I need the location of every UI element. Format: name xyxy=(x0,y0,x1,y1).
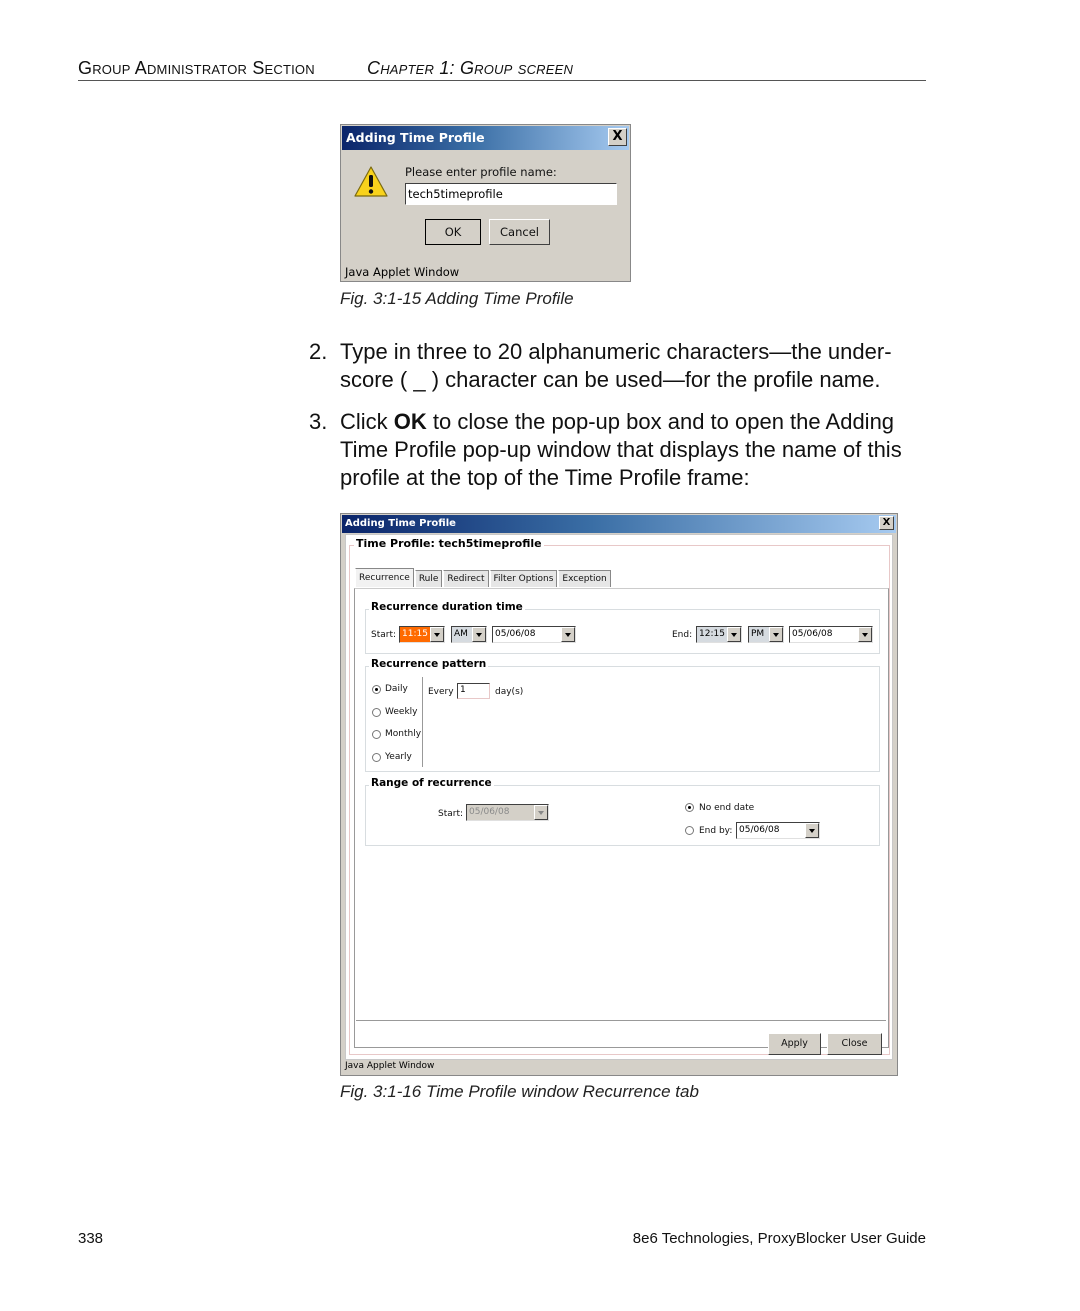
chevron-down-icon[interactable] xyxy=(472,627,486,642)
chevron-down-icon[interactable] xyxy=(430,627,444,642)
cancel-button[interactable]: Cancel xyxy=(489,219,550,245)
tab-exception[interactable]: Exception xyxy=(558,570,611,587)
ok-button[interactable]: OK xyxy=(425,219,481,245)
close-button[interactable]: X xyxy=(608,128,627,146)
group-title: Range of recurrence xyxy=(369,777,494,789)
daily-radio[interactable] xyxy=(372,685,381,694)
group-title: Recurrence duration time xyxy=(369,601,525,613)
range-start-date-value: 05/06/08 xyxy=(469,807,510,817)
end-by-radio[interactable] xyxy=(685,826,694,835)
step-text-prefix: Click xyxy=(340,409,394,434)
step-number: 3. xyxy=(309,409,328,434)
dialog-titlebar: Adding Time Profile xyxy=(342,126,629,150)
tab-rule[interactable]: Rule xyxy=(414,570,443,587)
chevron-down-icon[interactable] xyxy=(727,627,741,642)
yearly-label: Yearly xyxy=(385,752,412,762)
start-time-select[interactable]: 11:15 xyxy=(399,626,445,643)
close-window-button[interactable]: Close xyxy=(827,1033,882,1055)
no-end-date-label: No end date xyxy=(699,803,755,813)
daily-label: Daily xyxy=(385,684,408,694)
end-ampm-select[interactable]: PM xyxy=(748,626,784,643)
dialog-title: Adding Time Profile xyxy=(346,130,485,145)
status-bar: Java Applet Window xyxy=(345,1061,435,1071)
window-title: Adding Time Profile xyxy=(345,518,456,529)
close-icon: X xyxy=(882,517,891,528)
start-date-select[interactable]: 05/06/08 xyxy=(492,626,576,643)
chevron-down-icon xyxy=(534,805,548,820)
days-unit-label: day(s) xyxy=(495,687,524,697)
weekly-label: Weekly xyxy=(385,707,418,717)
every-days-input[interactable]: 1 xyxy=(457,683,490,699)
tab-filter-options[interactable]: Filter Options xyxy=(489,570,558,587)
tab-bar: Recurrence Rule Redirect Filter Options … xyxy=(355,568,612,588)
step-number: 2. xyxy=(309,339,328,364)
start-label: Start: xyxy=(371,630,397,640)
chevron-down-icon[interactable] xyxy=(561,627,575,642)
chevron-down-icon[interactable] xyxy=(858,627,872,642)
end-by-date-value: 05/06/08 xyxy=(739,825,780,835)
frame-title: Time Profile: tech5timeprofile xyxy=(354,537,544,550)
window-body: Time Profile: tech5timeprofile Recurrenc… xyxy=(345,534,893,1060)
status-bar: Java Applet Window xyxy=(345,265,460,279)
step-3: 3. Click OK to close the pop-up box and … xyxy=(309,408,934,492)
recurrence-pattern-group: Recurrence pattern Daily Weekly Monthly … xyxy=(365,658,880,772)
monthly-label: Monthly xyxy=(385,729,422,739)
step-text: Type in three to 20 alphanumeric charact… xyxy=(340,339,892,392)
tab-redirect[interactable]: Redirect xyxy=(443,570,489,587)
time-profile-frame: Time Profile: tech5timeprofile Recurrenc… xyxy=(349,537,890,1055)
figure-caption: Fig. 3:1-15 Adding Time Profile xyxy=(340,289,574,308)
yearly-radio[interactable] xyxy=(372,753,381,762)
step-text-bold: OK xyxy=(393,409,427,434)
every-label: Every xyxy=(428,687,454,697)
adding-time-profile-dialog: Adding Time Profile X Please enter profi… xyxy=(340,124,631,282)
close-icon: X xyxy=(612,129,623,144)
end-time-select[interactable]: 12:15 xyxy=(696,626,742,643)
end-time-value: 12:15 xyxy=(699,629,725,639)
close-button[interactable]: X xyxy=(879,516,894,530)
tab-recurrence[interactable]: Recurrence xyxy=(355,568,414,587)
button-separator xyxy=(356,1020,886,1021)
warning-icon xyxy=(354,166,388,197)
chapter-title: Chapter 1: Group screen xyxy=(367,58,574,78)
step-text: Click OK to close the pop-up box and to … xyxy=(340,408,934,492)
end-label: End: xyxy=(672,630,693,640)
start-time-value: 11:15 xyxy=(400,627,430,642)
end-by-label: End by: xyxy=(699,826,733,836)
end-by-date-select[interactable]: 05/06/08 xyxy=(736,822,820,839)
range-start-date-select: 05/06/08 xyxy=(466,804,549,821)
profile-name-input[interactable]: tech5timeprofile xyxy=(405,183,617,205)
end-ampm-value: PM xyxy=(751,629,765,639)
apply-button[interactable]: Apply xyxy=(768,1033,821,1055)
running-header: Group Administrator Section Chapter 1: G… xyxy=(78,58,926,81)
pattern-divider xyxy=(422,677,424,767)
step-2: 2. Type in three to 20 alphanumeric char… xyxy=(309,338,934,394)
weekly-radio[interactable] xyxy=(372,708,381,717)
end-date-select[interactable]: 05/06/08 xyxy=(789,626,873,643)
chevron-down-icon[interactable] xyxy=(769,627,783,642)
page-number: 338 xyxy=(78,1230,104,1247)
start-ampm-value: AM xyxy=(454,629,468,639)
start-date-value: 05/06/08 xyxy=(495,629,536,639)
figure-caption: Fig. 3:1-16 Time Profile window Recurren… xyxy=(340,1082,699,1101)
time-profile-window: Adding Time Profile X Time Profile: tech… xyxy=(340,513,898,1076)
range-start-label: Start: xyxy=(438,809,464,819)
section-title: Group Administrator Section xyxy=(78,58,315,78)
end-date-value: 05/06/08 xyxy=(792,629,833,639)
guide-title: 8e6 Technologies, ProxyBlocker User Guid… xyxy=(632,1230,926,1247)
start-ampm-select[interactable]: AM xyxy=(451,626,487,643)
monthly-radio[interactable] xyxy=(372,730,381,739)
recurrence-duration-group: Recurrence duration time Start: 11:15 AM… xyxy=(365,601,880,654)
recurrence-tab-panel: Recurrence duration time Start: 11:15 AM… xyxy=(354,588,889,1048)
group-title: Recurrence pattern xyxy=(369,658,489,670)
prompt-label: Please enter profile name: xyxy=(405,165,557,179)
no-end-date-radio[interactable] xyxy=(685,803,694,812)
chevron-down-icon[interactable] xyxy=(805,823,819,838)
window-titlebar: Adding Time Profile xyxy=(342,515,896,533)
range-of-recurrence-group: Range of recurrence Start: 05/06/08 No e… xyxy=(365,777,880,846)
